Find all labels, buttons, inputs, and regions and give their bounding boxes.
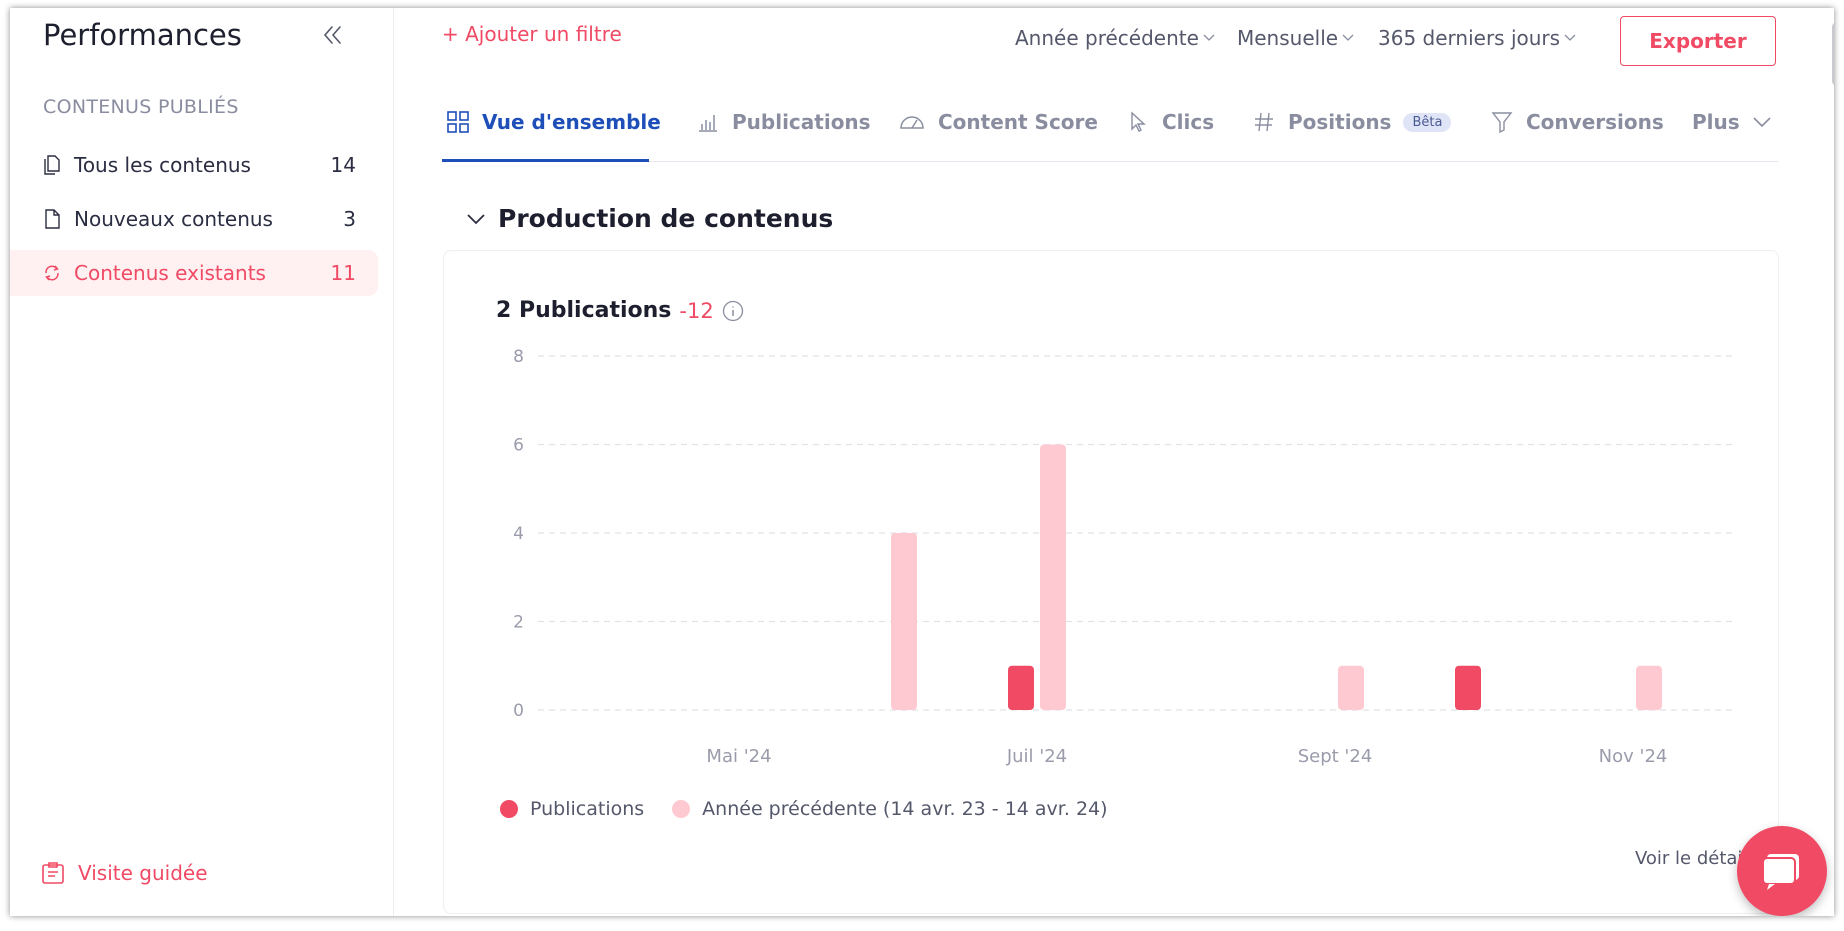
y-tick-label: 4: [513, 524, 524, 544]
legend-swatch: [500, 800, 518, 818]
compare-dropdown-value: Année précédente: [1015, 26, 1199, 50]
y-tick-label: 6: [513, 436, 524, 456]
sidebar-item-label: Tous les contenus: [74, 153, 251, 177]
info-icon[interactable]: [722, 300, 744, 322]
section-toggle[interactable]: Production de contenus: [466, 204, 833, 233]
bar-chart-icon: [699, 115, 717, 132]
guided-tour-link[interactable]: Visite guidée: [40, 860, 208, 886]
tab-more[interactable]: Plus: [1692, 96, 1772, 148]
chevron-down-icon: [467, 213, 485, 224]
sidebar-item-count: 11: [330, 261, 356, 285]
y-tick-label: 0: [513, 701, 524, 721]
x-tick-label: Mai '24: [706, 746, 771, 767]
bar-publications: [1008, 665, 1034, 710]
section-title: Production de contenus: [498, 204, 834, 233]
collapse-sidebar-icon[interactable]: [320, 22, 346, 48]
publications-bar-chart: 02468Mai '24Juil '24Sept '24Nov '24Janv …: [513, 347, 1736, 767]
chat-icon: [1762, 854, 1799, 890]
documents-icon: [44, 155, 60, 175]
tab-label: Plus: [1692, 110, 1740, 134]
sidebar-item-new-contents[interactable]: Nouveaux contenus 3: [10, 196, 378, 242]
publications-total: 2 Publications: [496, 298, 672, 323]
see-detail-link[interactable]: Voir le détail: [1635, 848, 1747, 869]
y-tick-label: 8: [513, 347, 524, 367]
export-button[interactable]: Exporter: [1620, 16, 1776, 66]
bar-previous-year: [1338, 665, 1364, 710]
chart-legend: Publications Année précédente (14 avr. 2…: [500, 798, 1136, 820]
chart-header: 2 Publications -12: [496, 298, 744, 323]
bar-previous-year: [891, 533, 917, 710]
tab-publications[interactable]: Publications: [696, 96, 871, 148]
legend-item-previous-year[interactable]: Année précédente (14 avr. 23 - 14 avr. 2…: [672, 798, 1108, 820]
legend-label: Année précédente (14 avr. 23 - 14 avr. 2…: [702, 798, 1108, 820]
sidebar-item-count: 14: [330, 153, 356, 177]
funnel-icon: [1491, 112, 1513, 134]
tab-content-score[interactable]: Content Score: [898, 96, 1098, 148]
period-dropdown-value: 365 derniers jours: [1378, 26, 1561, 50]
chat-launcher-button[interactable]: [1737, 826, 1827, 916]
tab-label: Conversions: [1526, 110, 1664, 134]
tab-label: Publications: [732, 110, 871, 134]
x-tick-label: Nov '24: [1599, 746, 1668, 767]
granularity-dropdown-value: Mensuelle: [1237, 26, 1339, 50]
add-filter-link[interactable]: + Ajouter un filtre: [442, 22, 622, 46]
sidebar-title: Performances: [43, 18, 242, 52]
tab-positions[interactable]: Positions Bêta: [1252, 96, 1452, 148]
tab-label: Content Score: [938, 110, 1098, 134]
granularity-dropdown[interactable]: Mensuelle: [1237, 26, 1354, 50]
beta-badge: Bêta: [1403, 112, 1452, 132]
tab-label: Positions: [1288, 110, 1392, 134]
chevron-down-icon: [1342, 34, 1354, 41]
sidebar-item-existing-contents[interactable]: Contenus existants 11: [10, 250, 378, 296]
legend-item-publications[interactable]: Publications: [500, 798, 644, 820]
y-tick-label: 2: [513, 613, 524, 633]
tab-conversions[interactable]: Conversions: [1490, 96, 1664, 148]
bar-previous-year: [1636, 665, 1662, 710]
app-window: Performances CONTENUS PUBLIÉS Tous les c…: [10, 8, 1834, 916]
x-tick-label: Juil '24: [1006, 746, 1067, 767]
tab-bar: Vue d'ensemble Publications Content Scor…: [442, 82, 1778, 162]
tab-overview[interactable]: Vue d'ensemble: [446, 96, 661, 148]
guided-tour-label: Visite guidée: [78, 861, 208, 885]
period-dropdown[interactable]: 365 derniers jours: [1378, 26, 1576, 50]
bar-publications: [1455, 665, 1481, 710]
sidebar: Performances CONTENUS PUBLIÉS Tous les c…: [10, 8, 394, 916]
sidebar-item-count: 3: [343, 207, 356, 231]
sidebar-item-label: Nouveaux contenus: [74, 207, 273, 231]
publications-delta: -12: [679, 298, 714, 323]
document-icon: [45, 209, 60, 229]
hash-icon: [1255, 112, 1273, 132]
chevron-down-icon: [1564, 34, 1576, 41]
grid-icon: [447, 111, 469, 133]
refresh-icon: [45, 265, 59, 281]
chevron-down-icon: [1203, 34, 1215, 41]
x-tick-label: Sept '24: [1298, 746, 1373, 767]
legend-swatch: [672, 800, 691, 818]
cursor-icon: [1131, 111, 1146, 132]
legend-label: Publications: [530, 798, 645, 820]
tab-label: Vue d'ensemble: [482, 110, 661, 134]
sidebar-item-all-contents[interactable]: Tous les contenus 14: [10, 142, 378, 188]
compare-dropdown[interactable]: Année précédente: [1015, 26, 1215, 50]
clipboard-icon: [42, 862, 64, 884]
chevron-down-icon: [1753, 117, 1771, 128]
scrollbar-thumb[interactable]: [1832, 22, 1834, 86]
sidebar-section-label: CONTENUS PUBLIÉS: [43, 96, 239, 118]
tab-clicks[interactable]: Clics: [1126, 96, 1214, 148]
bar-previous-year: [1040, 444, 1066, 710]
tab-label: Clics: [1162, 110, 1215, 134]
active-tab-indicator: [442, 159, 649, 162]
gauge-icon: [900, 116, 924, 129]
sidebar-item-label: Contenus existants: [74, 261, 266, 285]
